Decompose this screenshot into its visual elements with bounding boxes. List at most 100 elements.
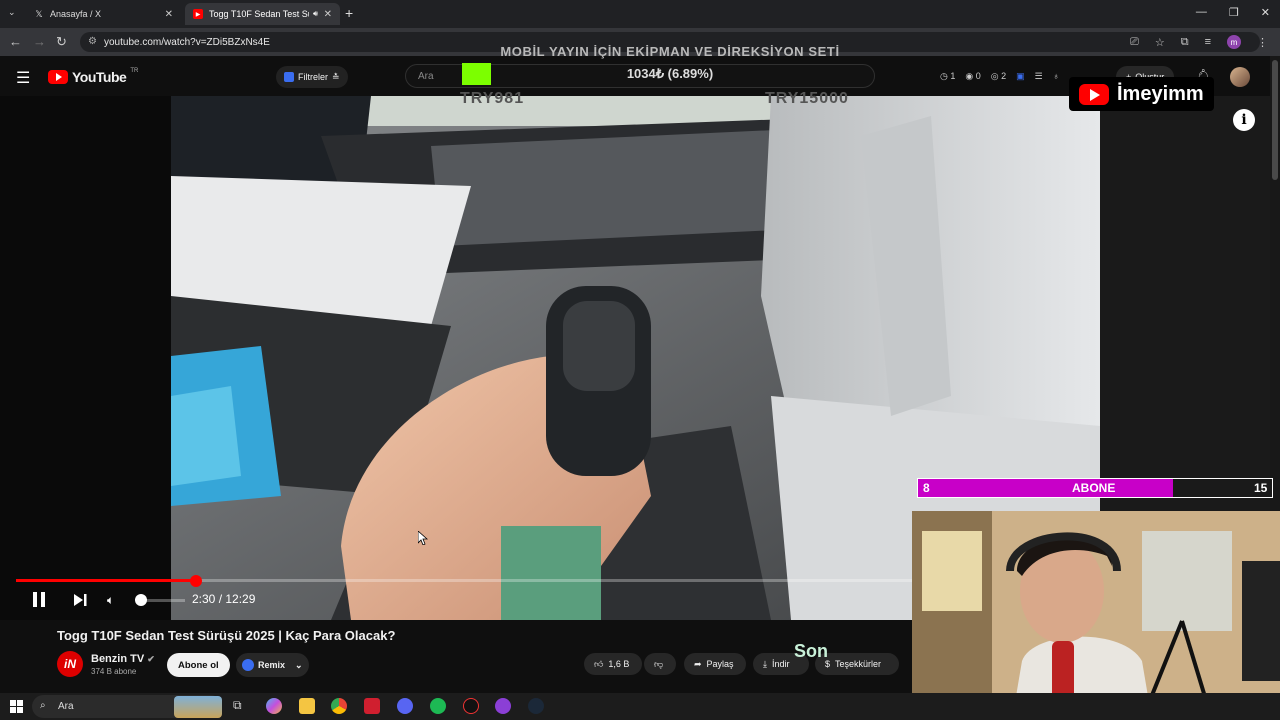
dislike-button[interactable]: 👎︎ (644, 653, 676, 675)
volume-knob[interactable] (135, 594, 147, 606)
back-icon[interactable]: ← (9, 34, 22, 49)
extensions-icon[interactable]: ⧉ (1181, 36, 1189, 49)
address-bar-actions: ⎚ ☆ ⧉ ≡ m ⋮ (1130, 35, 1268, 49)
youtube-logo[interactable]: YouTube TR (48, 68, 138, 85)
donation-goal-fill (462, 63, 491, 85)
eye-counter[interactable]: ◉ 0 (965, 71, 980, 82)
taskbar-search-placeholder: Ara (58, 701, 74, 712)
donation-goal-start: TRY981 (460, 90, 525, 107)
filters-label: Filtreler (298, 72, 329, 82)
current-time: 2:30 (192, 592, 216, 606)
windows-start-icon[interactable] (10, 700, 23, 713)
extension-counters: ◷ 1 ◉ 0 ◎ 2 ▣ ☰ ♁ (940, 71, 1059, 82)
subscriber-goal-target: 15 (1254, 481, 1268, 495)
like-count: 1,6 B (608, 659, 630, 669)
thanks-label: Teşekkürler (835, 659, 882, 669)
app-purple-icon[interactable] (495, 698, 511, 714)
close-tab-icon[interactable]: ✕ (324, 9, 332, 20)
cast-icon[interactable]: ⎚ (1130, 36, 1139, 49)
youtube-play-icon (48, 70, 68, 84)
speaker-icon[interactable]: 🔊︎ (313, 9, 318, 19)
tab-title: Anasayfa / X (50, 9, 102, 19)
file-explorer-icon[interactable] (299, 698, 315, 714)
subscriber-goal-fill (918, 479, 1173, 497)
discord-icon[interactable] (397, 698, 413, 714)
subscribe-button[interactable]: Abone ol (167, 653, 230, 677)
lightbulb-icon[interactable]: ♁ (1053, 71, 1060, 82)
pause-icon[interactable] (33, 592, 45, 607)
list-icon[interactable]: ☰ (1035, 71, 1043, 82)
webcam-image (912, 511, 1280, 720)
extension-square-icon[interactable]: ▣ (1016, 71, 1025, 82)
scrollbar-thumb[interactable] (1272, 60, 1278, 180)
like-button[interactable]: 👍︎ 1,6 B (584, 653, 642, 675)
channel-name-text: Benzin TV (91, 653, 145, 665)
tab-x-home[interactable]: 𝕏 Anasayfa / X ✕ (26, 3, 181, 25)
avatar[interactable] (1230, 67, 1250, 87)
subscriber-goal-current: 8 (923, 481, 930, 495)
thumbs-up-icon: 👍︎ (594, 658, 604, 669)
site-info-icon[interactable]: ⚙ (88, 36, 97, 47)
share-label: Paylaş (706, 659, 734, 669)
counter-value: 0 (975, 71, 981, 81)
donation-goal-end: TRY15000 (765, 90, 849, 107)
profile-avatar[interactable]: m (1227, 35, 1241, 49)
channel-avatar[interactable]: iN (57, 651, 83, 677)
search-highlight-image (174, 696, 222, 718)
youtube-logo-icon (1079, 83, 1109, 105)
subscriber-count: 374 B abone (91, 667, 137, 676)
spotify-icon[interactable] (430, 698, 446, 714)
clock-counter[interactable]: ◷ 1 (940, 71, 955, 82)
filters-button[interactable]: Filtreler ≛ (276, 66, 348, 88)
chrome-menu-icon[interactable]: ⋮ (1257, 36, 1268, 49)
hamburger-menu-icon[interactable]: ☰ (16, 68, 30, 88)
streamer-name: İmeyimm (1117, 82, 1204, 105)
donation-goal-value: 1034₺ (6.89%) (626, 66, 714, 81)
tab-youtube-video[interactable]: ▶ Togg T10F Sedan Test Sürüş 🔊︎ ✕ (185, 3, 340, 25)
tab-title: Togg T10F Sedan Test Sürüş (209, 9, 309, 19)
search-placeholder: Ara (418, 70, 434, 82)
remix-button[interactable]: Remix ⌄ (236, 653, 309, 677)
counter-value: 2 (1001, 71, 1007, 81)
minimize-icon[interactable]: — (1196, 6, 1207, 19)
info-icon[interactable]: i (1233, 109, 1255, 131)
mouse-cursor-icon (418, 531, 428, 545)
player-left-letterbox (0, 96, 171, 620)
time-display: 2:30 / 12:29 (192, 592, 256, 606)
chrome-icon[interactable] (331, 698, 347, 714)
streamer-badge: İmeyimm (1069, 77, 1214, 111)
channel-name[interactable]: Benzin TV ✔ (91, 653, 155, 665)
copilot-icon[interactable] (266, 698, 282, 714)
next-video-icon[interactable] (73, 593, 87, 607)
media-control-icon[interactable]: ≡ (1205, 36, 1211, 48)
obs-icon[interactable] (463, 698, 479, 714)
url-text: youtube.com/watch?v=ZDi5BZxNs4E (104, 36, 270, 48)
volume-icon[interactable]: 🔈︎ (107, 593, 114, 608)
webcam-feed (912, 511, 1280, 720)
steam-icon[interactable] (528, 698, 544, 714)
overlay-son-label: Son (794, 641, 828, 661)
reload-icon[interactable]: ↻ (56, 34, 67, 50)
close-tab-icon[interactable]: ✕ (165, 9, 173, 20)
task-view-icon[interactable]: ⧉ (233, 698, 249, 714)
progress-bar-played (16, 579, 196, 582)
media-app-icon[interactable] (364, 698, 380, 714)
thumbs-down-icon: 👎︎ (654, 658, 664, 669)
share-icon: ➦ (694, 658, 702, 669)
close-window-icon[interactable]: ✕ (1261, 6, 1270, 19)
tab-search-chevron-icon[interactable]: ⌄ (8, 7, 16, 18)
bookmark-star-icon[interactable]: ☆ (1155, 36, 1165, 49)
progress-scrubber[interactable] (190, 575, 202, 587)
search-icon: ⌕ (40, 700, 46, 711)
download-label: İndir (771, 659, 790, 669)
forward-icon[interactable]: → (33, 34, 46, 49)
verified-icon: ✔ (147, 654, 155, 664)
eye-off-counter[interactable]: ◎ 2 (991, 71, 1006, 82)
remix-icon (242, 659, 254, 671)
new-tab-button[interactable]: + (345, 5, 353, 21)
restore-icon[interactable]: ❐ (1229, 6, 1239, 19)
extension-badge-icon (284, 72, 294, 82)
sliders-icon: ≛ (332, 71, 340, 82)
subscriber-goal-label: ABONE (1072, 481, 1116, 495)
share-button[interactable]: ➦ Paylaş (684, 653, 746, 675)
